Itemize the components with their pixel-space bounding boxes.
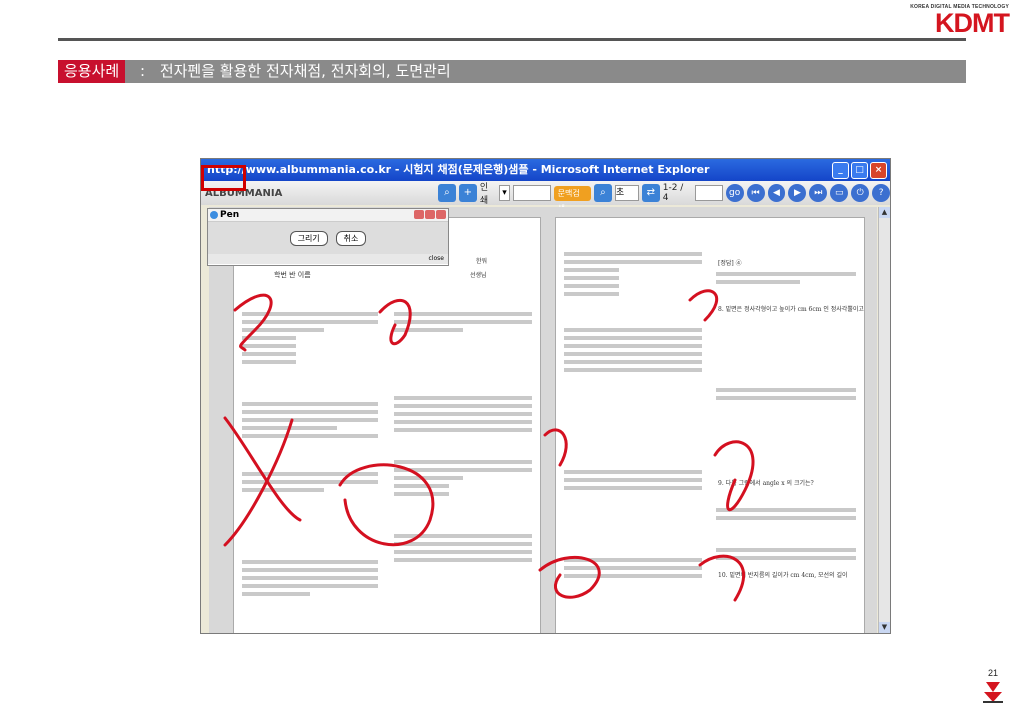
circle-mark-1 bbox=[378, 299, 412, 346]
check-mark-3 bbox=[688, 289, 719, 322]
circle-mark-3 bbox=[538, 555, 601, 599]
highlight-box bbox=[201, 165, 246, 191]
check-mark-2 bbox=[543, 428, 568, 467]
page-number: 21 bbox=[987, 668, 998, 678]
circle-mark-2 bbox=[338, 463, 435, 547]
check-mark-4 bbox=[698, 554, 745, 602]
pen-annotation-layer bbox=[223, 289, 755, 602]
nine-mark bbox=[713, 440, 755, 512]
cross-mark-stroke-2 bbox=[223, 418, 294, 547]
check-mark-1 bbox=[233, 293, 273, 352]
page-corner-icon bbox=[983, 682, 1003, 703]
